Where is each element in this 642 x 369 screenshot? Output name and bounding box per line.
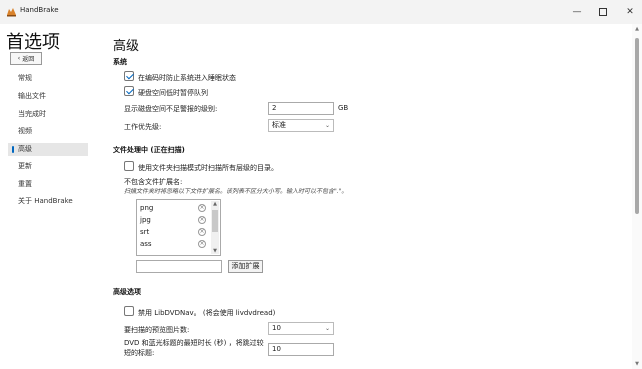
prevent-sleep-label: 在编码时防止系统进入睡眠状态 [138,74,236,82]
back-button[interactable]: ‹ 返回 [10,52,42,65]
disk-space-unit: GB [338,104,349,112]
sidebar-item-video[interactable]: 视频 [8,125,88,138]
scroll-down-icon[interactable]: ▼ [211,248,219,254]
list-item[interactable]: srt × [140,226,210,238]
back-button-label: 返回 [22,56,35,63]
sidebar-item-reset[interactable]: 重置 [8,178,88,191]
chevron-down-icon: ⌄ [324,122,330,129]
extension-label: jpg [140,216,151,224]
min-title-duration-label-line2: 短的标题: [124,349,155,357]
priority-label: 工作优先级: [124,123,162,131]
handbrake-app-icon [7,8,16,17]
sidebar: 首选项 ‹ 返回 常规 输出文件 当完成时 视频 高级 更新 重置 关于 Han… [0,24,100,369]
add-extension-button[interactable]: 添加扩展 [228,260,263,273]
preview-count-select[interactable]: 10 ⌄ [268,322,334,335]
scroll-down-icon[interactable]: ▼ [632,361,642,367]
title-bar: HandBrake — ✕ [0,0,642,24]
remove-icon[interactable]: × [198,228,206,236]
remove-icon[interactable]: × [198,240,206,248]
window-title: HandBrake [20,6,59,14]
close-button[interactable]: ✕ [616,0,642,24]
list-item[interactable]: png × [140,202,210,214]
extension-label: srt [140,228,150,236]
maximize-icon [599,8,607,16]
preview-count-label: 要扫描的预览图片数: [124,326,190,334]
min-title-duration-input[interactable]: 10 [268,343,334,356]
advanced-settings-panel: 高级 系统 在编码时防止系统进入睡眠状态 硬盘空间低时暂停队列 显示磁盘空间不足… [100,24,632,369]
sidebar-item-output-files[interactable]: 输出文件 [8,90,88,103]
pause-queue-label: 硬盘空间低时暂停队列 [138,89,208,97]
sidebar-item-general[interactable]: 常规 [8,72,88,85]
sidebar-item-when-done[interactable]: 当完成时 [8,108,88,121]
minimize-button[interactable]: — [563,0,591,24]
page-title: 首选项 [6,32,60,53]
scroll-up-icon[interactable]: ▲ [632,26,642,32]
disk-space-label: 显示磁盘空间不足警报的级别: [124,105,218,113]
min-title-duration-label-line1: DVD 和蓝光标题的最短时长 (秒) ，将跳过较 [124,339,264,347]
system-section-title: 系统 [113,58,127,66]
section-heading: 高级 [113,39,140,54]
minimize-icon: — [572,7,582,17]
maximize-button[interactable] [589,0,617,24]
disable-libdvdnav-checkbox[interactable] [124,306,134,316]
list-item[interactable]: jpg × [140,214,210,226]
remove-icon[interactable]: × [198,204,206,212]
pause-queue-checkbox[interactable] [124,86,134,96]
back-arrow-icon: ‹ [17,55,21,62]
priority-value: 标准 [272,121,286,129]
page-scrollbar-thumb[interactable] [635,38,639,214]
exclude-extensions-note: 扫描文件夹时将忽略以下文件扩展名。该列表不区分大小写。输入时可以不包含"."。 [124,188,348,195]
recursive-scan-checkbox[interactable] [124,161,134,171]
close-icon: ✕ [626,7,634,17]
priority-select[interactable]: 标准 ⌄ [268,119,334,132]
list-scrollbar-thumb[interactable] [212,210,218,232]
preview-count-value: 10 [272,324,281,332]
remove-icon[interactable]: × [198,216,206,224]
prevent-sleep-checkbox[interactable] [124,71,134,81]
sidebar-item-about[interactable]: 关于 HandBrake [8,195,88,208]
new-extension-input[interactable] [136,260,222,273]
file-processing-section-title: 文件处理中 (正在扫描) [113,146,185,154]
recursive-scan-label: 使用文件夹扫描模式时扫描所有层级的目录。 [138,164,278,172]
extension-label: png [140,204,154,212]
disable-libdvdnav-label: 禁用 LibDVDNav。 (将会使用 livdvdread) [138,309,276,317]
excluded-extensions-list[interactable]: png × jpg × srt × ass × ▲ ▼ [136,199,221,256]
page-scrollbar[interactable]: ▲ ▼ [632,24,642,369]
list-item[interactable]: ass × [140,238,210,250]
advanced-options-section-title: 高级选项 [113,288,141,296]
chevron-down-icon: ⌄ [324,325,330,332]
scroll-up-icon[interactable]: ▲ [211,201,219,207]
sidebar-item-advanced[interactable]: 高级 [8,143,88,156]
disk-space-input[interactable]: 2 [268,102,334,115]
extension-label: ass [140,240,152,248]
list-scrollbar[interactable]: ▲ ▼ [211,201,219,254]
sidebar-item-updates[interactable]: 更新 [8,160,88,173]
